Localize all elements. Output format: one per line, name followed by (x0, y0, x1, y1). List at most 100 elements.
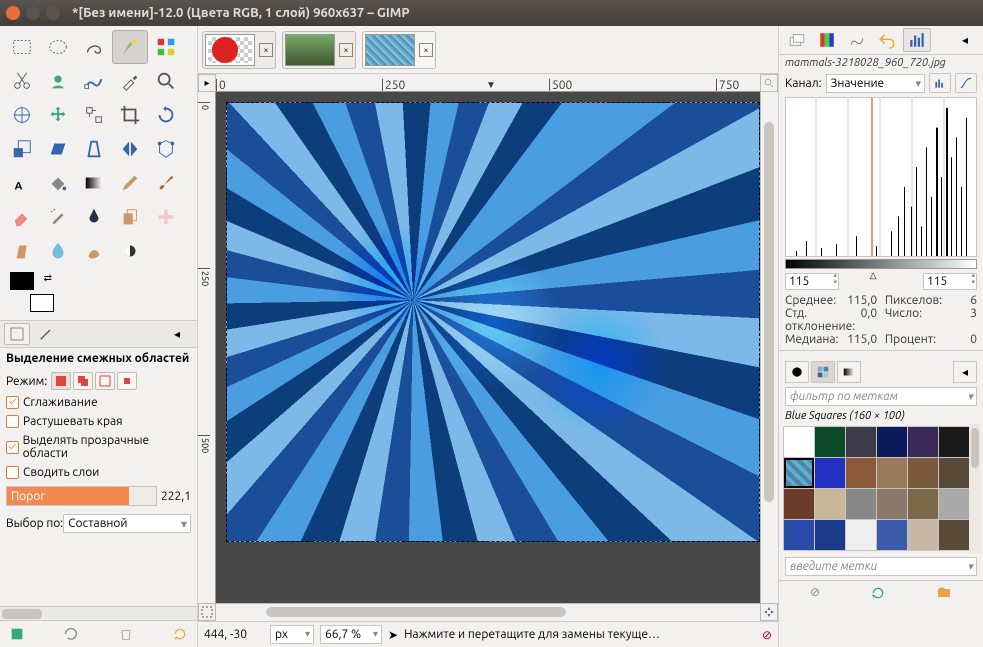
perspective-tool[interactable] (76, 132, 112, 166)
fuzzy-select-tool[interactable] (112, 30, 148, 64)
swap-colors-icon[interactable]: ⇄ (44, 272, 52, 284)
pattern-item[interactable] (846, 489, 876, 519)
dodge-tool[interactable] (112, 234, 148, 268)
close-icon[interactable]: × (259, 43, 273, 57)
status-zoom-dropdown[interactable]: 66,7 % (320, 625, 382, 644)
histogram[interactable] (785, 97, 977, 257)
canvas[interactable] (216, 92, 760, 603)
ruler-horizontal[interactable]: 0 250 500 750 ▼ (216, 74, 760, 92)
pattern-item[interactable] (908, 489, 938, 519)
shear-tool[interactable] (40, 132, 76, 166)
mode-replace[interactable] (51, 372, 71, 390)
ruler-vertical[interactable]: 0 250 500 (198, 92, 216, 603)
rotate-tool[interactable] (148, 98, 184, 132)
ink-tool[interactable] (76, 200, 112, 234)
bucket-fill-tool[interactable] (40, 166, 76, 200)
mode-intersect[interactable] (117, 372, 137, 390)
measure-tool[interactable] (4, 98, 40, 132)
status-cancel-icon[interactable]: ⊘ (762, 628, 772, 642)
pattern-item[interactable] (939, 458, 969, 488)
pattern-item[interactable] (877, 427, 907, 457)
select-by-dropdown[interactable]: Составной (63, 514, 191, 533)
ruler-origin-icon[interactable]: ▸ (198, 74, 216, 92)
quick-mask-icon[interactable] (198, 603, 216, 621)
merge-checkbox[interactable] (6, 466, 19, 479)
pencil-tool[interactable] (112, 166, 148, 200)
paintbrush-tool[interactable] (148, 166, 184, 200)
brushes-tab[interactable] (785, 361, 809, 383)
image-tab-0[interactable]: × (202, 31, 276, 69)
channel-dropdown[interactable]: Значение (826, 74, 925, 93)
right-dock-menu-icon[interactable]: ◂ (951, 28, 979, 52)
bg-color[interactable] (30, 294, 54, 312)
pattern-refresh-icon[interactable] (870, 585, 886, 604)
perspective-clone-tool[interactable] (4, 234, 40, 268)
window-minimize-icon[interactable] (26, 6, 40, 20)
pattern-scrollbar[interactable] (969, 424, 981, 553)
pattern-item[interactable] (908, 458, 938, 488)
histogram-tab[interactable] (903, 28, 931, 52)
dock-menu-icon[interactable]: ◂ (164, 323, 190, 345)
airbrush-tool[interactable] (40, 200, 76, 234)
pattern-delete-icon[interactable]: ⊘ (810, 585, 820, 604)
options-scrollbar[interactable] (0, 606, 197, 620)
image-tab-1[interactable]: × (282, 31, 356, 69)
pattern-filter-input[interactable]: фильтр по меткам (785, 387, 977, 406)
close-icon[interactable]: × (419, 43, 433, 57)
free-select-tool[interactable] (76, 30, 112, 64)
patterns-tab[interactable] (811, 361, 835, 383)
blend-tool[interactable] (76, 166, 112, 200)
save-options-icon[interactable] (6, 624, 28, 644)
pattern-item[interactable] (815, 458, 845, 488)
pattern-dock-menu-icon[interactable]: ◂ (953, 361, 977, 383)
image-tab-2[interactable]: × (362, 31, 436, 69)
pattern-item[interactable] (846, 427, 876, 457)
delete-options-icon[interactable] (115, 624, 137, 644)
antialias-checkbox[interactable] (6, 396, 19, 409)
blur-tool[interactable] (40, 234, 76, 268)
mode-subtract[interactable] (95, 372, 115, 390)
pattern-item[interactable] (877, 489, 907, 519)
cage-tool[interactable] (148, 132, 184, 166)
threshold-value[interactable]: 222,1 (157, 490, 191, 503)
pattern-item[interactable] (815, 427, 845, 457)
pattern-item[interactable] (939, 489, 969, 519)
clone-tool[interactable] (112, 200, 148, 234)
pattern-item[interactable] (784, 427, 814, 457)
pattern-item[interactable] (846, 520, 876, 550)
navigate-icon[interactable] (760, 603, 778, 621)
smudge-tool[interactable] (76, 234, 112, 268)
pattern-open-icon[interactable] (936, 585, 952, 604)
pattern-item[interactable] (877, 458, 907, 488)
pattern-item[interactable] (939, 427, 969, 457)
pattern-item[interactable] (939, 520, 969, 550)
scale-tool[interactable] (4, 132, 40, 166)
move-tool[interactable] (40, 98, 76, 132)
window-maximize-icon[interactable] (46, 6, 60, 20)
pattern-tags-input[interactable]: введите метки (785, 557, 977, 576)
tool-options-tab[interactable] (4, 323, 30, 345)
scissors-tool[interactable] (4, 64, 40, 98)
canvas-scroll-horizontal[interactable] (216, 603, 760, 621)
heal-tool[interactable] (148, 200, 184, 234)
threshold-slider[interactable]: Порог 222,1 (6, 486, 191, 506)
restore-options-icon[interactable] (60, 624, 82, 644)
zoom-canvas-icon[interactable] (760, 74, 778, 92)
layers-tab[interactable] (783, 28, 811, 52)
pattern-item[interactable] (784, 520, 814, 550)
fg-color[interactable] (10, 272, 34, 290)
transparent-checkbox[interactable] (6, 441, 19, 454)
feather-checkbox[interactable] (6, 415, 19, 428)
histogram-linear-icon[interactable] (929, 73, 951, 93)
zoom-tool[interactable] (148, 64, 184, 98)
ellipse-select-tool[interactable] (40, 30, 76, 64)
canvas-image[interactable] (226, 102, 760, 542)
eraser-tool[interactable] (4, 200, 40, 234)
rect-select-tool[interactable] (4, 30, 40, 64)
gradients-tab[interactable] (837, 361, 861, 383)
paths-tab[interactable] (843, 28, 871, 52)
mode-add[interactable] (73, 372, 93, 390)
flip-tool[interactable] (112, 132, 148, 166)
crop-tool[interactable] (112, 98, 148, 132)
device-status-tab[interactable] (33, 323, 59, 345)
